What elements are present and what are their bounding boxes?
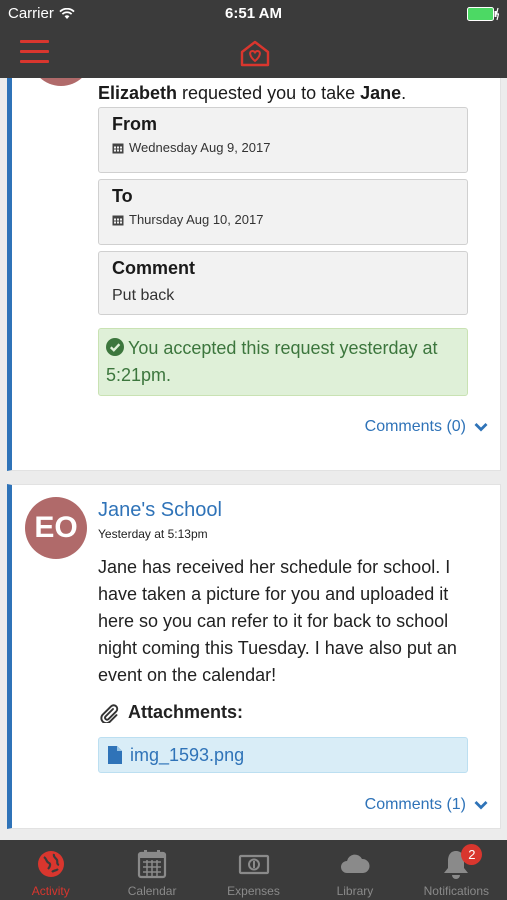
avatar[interactable]: EO <box>25 497 87 559</box>
avatar <box>30 78 92 86</box>
from-date-row: Wednesday Aug 9, 2017 <box>112 140 454 155</box>
request-period: . <box>401 83 407 103</box>
cloud-icon <box>340 854 370 873</box>
money-icon <box>238 854 269 875</box>
post-card: EO Jane's School Yesterday at 5:13pm Jan… <box>7 484 501 829</box>
file-icon <box>108 746 122 764</box>
activity-feed[interactable]: Elizabeth requested you to take Jane. Fr… <box>0 78 507 840</box>
attachment-filename: img_1593.png <box>130 744 245 765</box>
chevron-down-icon <box>474 801 488 810</box>
from-box: From Wednesday Aug 9, 2017 <box>98 107 468 173</box>
battery-icon <box>467 7 499 21</box>
to-box: To Thursday Aug 10, 2017 <box>98 179 468 245</box>
comment-title: Comment <box>112 258 196 278</box>
to-title: To <box>112 186 133 206</box>
from-title: From <box>112 114 157 134</box>
notification-badge: 2 <box>461 844 483 865</box>
tab-label: Library <box>336 884 374 898</box>
tab-label: Activity <box>31 884 70 898</box>
alert-text: You accepted this request yesterday at 5… <box>106 338 438 385</box>
post-author[interactable]: Jane's School <box>98 499 222 522</box>
to-date-row: Thursday Aug 10, 2017 <box>112 212 454 227</box>
comment-text: Put back <box>112 287 175 304</box>
chevron-down-icon <box>474 423 488 432</box>
nav-bar <box>0 28 507 78</box>
child-name: Jane <box>360 83 402 103</box>
from-date: Wednesday Aug 9, 2017 <box>129 140 271 155</box>
comments-toggle[interactable]: Comments (1) <box>365 796 488 814</box>
request-text: requested you to take <box>177 83 361 103</box>
clock: 6:51 AM <box>225 5 282 22</box>
check-circle-icon <box>106 338 124 356</box>
tab-calendar[interactable]: Calendar <box>101 840 202 900</box>
attachments-header: Attachments: <box>98 702 243 723</box>
tab-activity[interactable]: Activity <box>0 840 101 900</box>
comment-box: Comment Put back <box>98 251 468 315</box>
comments-label: Comments (1) <box>364 796 466 813</box>
to-date: Thursday Aug 10, 2017 <box>129 212 264 227</box>
comments-label: Comments (0) <box>364 418 466 435</box>
tab-bar: Activity Calendar Expenses Library 2 Not… <box>0 840 507 900</box>
paperclip-icon <box>100 703 119 723</box>
tab-expenses[interactable]: Expenses <box>203 840 304 900</box>
tab-notifications[interactable]: 2 Notifications <box>406 840 507 900</box>
menu-icon[interactable] <box>20 40 49 64</box>
calendar-icon <box>138 850 167 879</box>
accepted-alert: You accepted this request yesterday at 5… <box>98 328 468 396</box>
calendar-icon <box>112 215 124 225</box>
comments-toggle[interactable]: Comments (0) <box>365 418 488 436</box>
app-logo-icon[interactable] <box>238 36 272 70</box>
attachment-file[interactable]: img_1593.png <box>98 737 468 773</box>
requester-name: Elizabeth <box>98 83 178 103</box>
request-summary: Elizabeth requested you to take Jane. <box>98 83 406 104</box>
attachments-label: Attachments: <box>128 702 244 722</box>
tab-library[interactable]: Library <box>304 840 405 900</box>
post-body: Jane has received her schedule for schoo… <box>98 557 457 685</box>
tab-label: Notifications <box>423 884 490 898</box>
globe-icon <box>37 851 64 877</box>
tab-label: Calendar <box>127 884 177 898</box>
status-bar: Carrier 6:51 AM <box>0 0 507 28</box>
request-card: Elizabeth requested you to take Jane. Fr… <box>7 78 501 471</box>
calendar-icon <box>112 143 124 153</box>
post-timestamp: Yesterday at 5:13pm <box>98 527 208 541</box>
tab-label: Expenses <box>227 884 280 898</box>
